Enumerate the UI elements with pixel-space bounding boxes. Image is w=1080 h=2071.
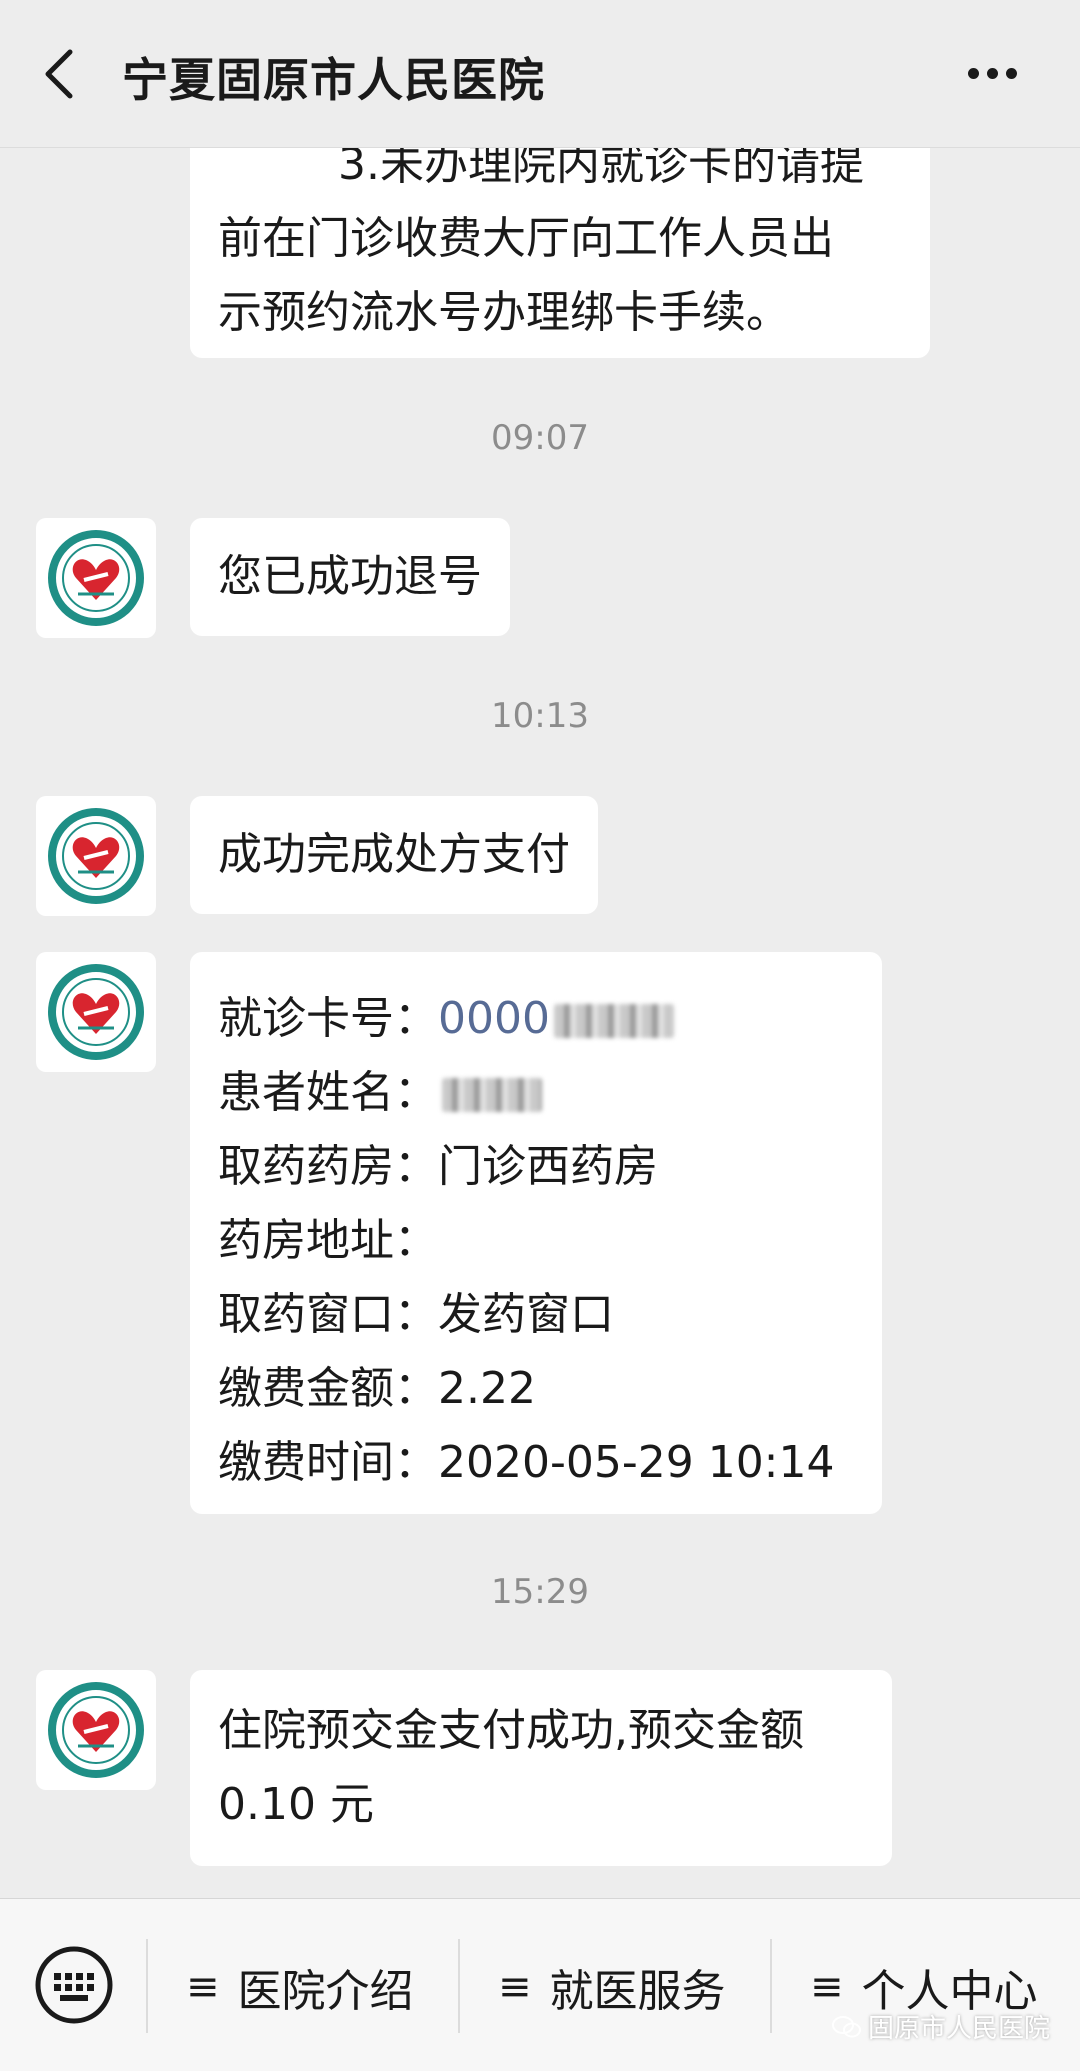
message-text: 您已成功退号 bbox=[218, 551, 482, 602]
detail-label: 就诊卡号： bbox=[218, 993, 438, 1044]
back-chevron-icon[interactable] bbox=[40, 48, 80, 100]
menu-item-label: 就医服务 bbox=[549, 1966, 726, 2017]
detail-label: 取药药房： bbox=[218, 1141, 438, 1192]
hospital-logo-icon bbox=[48, 530, 144, 626]
detail-row-card-number: 就诊卡号：0000 bbox=[218, 982, 854, 1056]
hospital-avatar[interactable] bbox=[36, 796, 156, 916]
detail-value: 发药窗口 bbox=[438, 1289, 614, 1340]
watermark-text: 固原市人民医院 bbox=[867, 2014, 1050, 2044]
hospital-logo-icon bbox=[48, 808, 144, 904]
menu-item-label: 医院介绍 bbox=[237, 1966, 414, 2017]
more-options-icon[interactable] bbox=[968, 64, 1024, 80]
menu-divider bbox=[146, 1939, 148, 2033]
message-line: 示预约流水号办理绑卡手续。 bbox=[218, 287, 790, 338]
message-bubble: 成功完成处方支付 bbox=[190, 796, 598, 914]
card-number-link[interactable]: 0000 bbox=[438, 993, 550, 1044]
menu-list-icon: ≡ bbox=[498, 1964, 532, 2010]
hospital-avatar[interactable] bbox=[36, 952, 156, 1072]
payment-detail-card: 就诊卡号：0000 患者姓名： 取药药房：门诊西药房 药房地址： 取药窗口：发药… bbox=[190, 952, 882, 1514]
timestamp: 09:07 bbox=[491, 418, 589, 458]
message-text: 成功完成处方支付 bbox=[218, 829, 570, 880]
hospital-avatar[interactable] bbox=[36, 1670, 156, 1790]
top-bar: 宁夏固原市人民医院 bbox=[0, 0, 1080, 148]
message-line: 3.未办理院内就诊卡的请提 bbox=[338, 148, 864, 190]
detail-row-amount: 缴费金额：2.22 bbox=[218, 1352, 854, 1426]
detail-value: 2020-05-29 10:14 bbox=[438, 1437, 835, 1488]
message-bubble: 住院预交金支付成功,预交金额 0.10 元 bbox=[190, 1670, 892, 1866]
hospital-avatar[interactable] bbox=[36, 518, 156, 638]
message-line: 0.10 元 bbox=[218, 1779, 374, 1830]
detail-label: 缴费时间： bbox=[218, 1437, 438, 1488]
detail-row-payment-time: 缴费时间：2020-05-29 10:14 bbox=[218, 1426, 854, 1500]
menu-divider bbox=[458, 1939, 460, 2033]
redacted-patient-name bbox=[442, 1078, 542, 1112]
detail-value: 2.22 bbox=[438, 1363, 536, 1414]
menu-item-medical-services[interactable]: ≡ 就医服务 bbox=[498, 1957, 726, 2017]
message-line: 住院预交金支付成功,预交金额 bbox=[218, 1705, 804, 1756]
detail-label: 患者姓名： bbox=[218, 1067, 438, 1118]
timestamp: 15:29 bbox=[491, 1572, 589, 1612]
detail-row-patient-name: 患者姓名： bbox=[218, 1056, 854, 1130]
wechat-icon bbox=[831, 2015, 861, 2037]
detail-label: 取药窗口： bbox=[218, 1289, 438, 1340]
detail-label: 药房地址： bbox=[218, 1215, 438, 1266]
message-bubble: 您已成功退号 bbox=[190, 518, 510, 636]
menu-item-hospital-intro[interactable]: ≡ 医院介绍 bbox=[186, 1957, 414, 2017]
redacted-card-digits bbox=[553, 1004, 674, 1038]
watermark: 固原市人民医院 bbox=[831, 2008, 1050, 2045]
timestamp: 10:13 bbox=[491, 696, 589, 736]
hospital-logo-icon bbox=[48, 1682, 144, 1778]
hospital-logo-icon bbox=[48, 964, 144, 1060]
menu-divider bbox=[770, 1939, 772, 2033]
detail-row-pharmacy-address: 药房地址： bbox=[218, 1204, 854, 1278]
chat-area[interactable]: 3.未办理院内就诊卡的请提 前在门诊收费大厅向工作人员出 示预约流水号办理绑卡手… bbox=[0, 148, 1080, 1898]
chat-title: 宁夏固原市人民医院 bbox=[122, 53, 545, 107]
detail-label: 缴费金额： bbox=[218, 1363, 438, 1414]
keyboard-icon[interactable] bbox=[34, 1945, 114, 2025]
message-bubble-partial: 3.未办理院内就诊卡的请提 前在门诊收费大厅向工作人员出 示预约流水号办理绑卡手… bbox=[190, 148, 930, 358]
message-line: 前在门诊收费大厅向工作人员出 bbox=[218, 213, 834, 264]
detail-row-window: 取药窗口：发药窗口 bbox=[218, 1278, 854, 1352]
bottom-menu-bar: ≡ 医院介绍 ≡ 就医服务 ≡ 个人中心 固原市人民医院 bbox=[0, 1898, 1080, 2071]
menu-list-icon: ≡ bbox=[810, 1964, 844, 2010]
detail-row-pharmacy: 取药药房：门诊西药房 bbox=[218, 1130, 854, 1204]
detail-value: 门诊西药房 bbox=[438, 1141, 658, 1192]
menu-list-icon: ≡ bbox=[186, 1964, 220, 2010]
